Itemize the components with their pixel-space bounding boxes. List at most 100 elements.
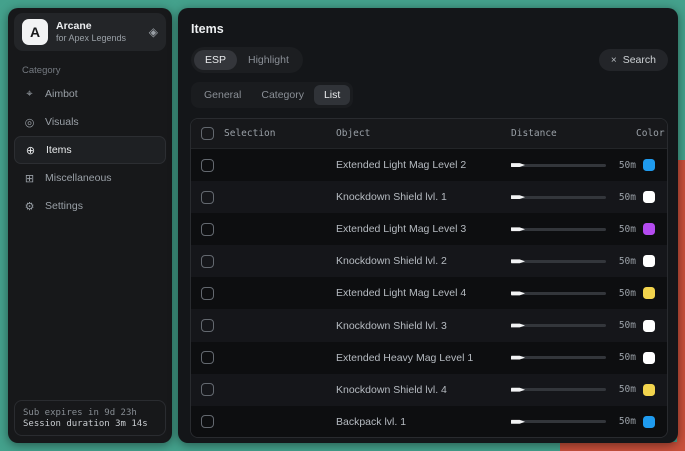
row-distance-cell: 50m: [511, 160, 636, 171]
sub-expiry-text: Sub expires in 9d 23h: [23, 408, 157, 418]
row-selection-cell: [191, 255, 336, 268]
table-row: Backpack lvl. 1 50m: [191, 406, 667, 438]
row-distance-value: 50m: [619, 288, 636, 299]
sidebar-item-settings[interactable]: ⚙ Settings: [14, 192, 166, 220]
color-swatch[interactable]: [643, 352, 655, 364]
distance-slider[interactable]: [511, 228, 606, 231]
row-color-cell: [636, 352, 667, 364]
row-checkbox[interactable]: [201, 255, 214, 268]
row-checkbox[interactable]: [201, 319, 214, 332]
row-checkbox[interactable]: [201, 383, 214, 396]
row-checkbox[interactable]: [201, 159, 214, 172]
distance-slider[interactable]: [511, 164, 606, 167]
table-row: Extended Light Mag Level 2 50m: [191, 149, 667, 181]
distance-slider[interactable]: [511, 324, 606, 327]
sidebar-item-label: Visuals: [45, 116, 79, 128]
distance-slider-thumb[interactable]: [511, 194, 525, 200]
diamond-badge-icon[interactable]: ◈: [149, 25, 158, 39]
items-table: Selection Object Distance Color Extended…: [190, 118, 668, 438]
distance-slider-thumb[interactable]: [511, 258, 525, 264]
row-object: Knockdown Shield lvl. 3: [336, 320, 511, 332]
row-distance-value: 50m: [619, 384, 636, 395]
session-duration-text: Session duration 3m 14s: [23, 419, 157, 429]
row-object: Knockdown Shield lvl. 2: [336, 255, 511, 267]
row-distance-cell: 50m: [511, 288, 636, 299]
color-swatch[interactable]: [643, 384, 655, 396]
session-info-box: Sub expires in 9d 23h Session duration 3…: [14, 400, 166, 436]
row-distance-cell: 50m: [511, 352, 636, 363]
sidebar-item-items[interactable]: ⊕ Items: [14, 136, 166, 164]
main-panel: Items ESP Highlight × Search General Cat…: [178, 8, 678, 443]
color-swatch[interactable]: [643, 320, 655, 332]
distance-slider[interactable]: [511, 420, 606, 423]
table-header-row: Selection Object Distance Color: [191, 119, 667, 149]
mode-row: ESP Highlight × Search: [191, 47, 668, 73]
tab-category[interactable]: Category: [251, 85, 314, 105]
distance-slider[interactable]: [511, 260, 606, 263]
tab-highlight[interactable]: Highlight: [237, 50, 300, 70]
background-accent-right: [677, 160, 685, 451]
table-row: Extended Light Mag Level 3 50m: [191, 213, 667, 245]
row-checkbox[interactable]: [201, 287, 214, 300]
row-object: Extended Heavy Mag Level 1: [336, 352, 511, 364]
header-color-label: Color: [636, 128, 668, 139]
color-swatch[interactable]: [643, 416, 655, 428]
category-section-label: Category: [22, 65, 61, 76]
distance-slider[interactable]: [511, 196, 606, 199]
sidebar-item-visuals[interactable]: ◎ Visuals: [14, 108, 166, 136]
distance-slider-thumb[interactable]: [511, 355, 525, 361]
distance-slider-thumb[interactable]: [511, 290, 525, 296]
visuals-scan-icon: ◎: [23, 116, 36, 129]
close-icon: ×: [611, 55, 617, 66]
row-selection-cell: [191, 287, 336, 300]
row-selection-cell: [191, 415, 336, 428]
row-distance-cell: 50m: [511, 192, 636, 203]
table-row: Knockdown Shield lvl. 3 50m: [191, 309, 667, 341]
row-color-cell: [636, 416, 667, 428]
row-selection-cell: [191, 223, 336, 236]
color-swatch[interactable]: [643, 287, 655, 299]
distance-slider-thumb[interactable]: [511, 323, 525, 329]
row-checkbox[interactable]: [201, 415, 214, 428]
app-subtitle: for Apex Legends: [56, 33, 141, 44]
row-checkbox[interactable]: [201, 223, 214, 236]
background-accent-bottom: [560, 442, 685, 451]
search-button[interactable]: × Search: [599, 49, 668, 71]
row-selection-cell: [191, 383, 336, 396]
distance-slider[interactable]: [511, 388, 606, 391]
row-object: Knockdown Shield lvl. 4: [336, 384, 511, 396]
view-row: General Category List: [191, 82, 353, 108]
app-meta: Arcane for Apex Legends: [56, 20, 141, 44]
row-distance-value: 50m: [619, 352, 636, 363]
gear-icon: ⚙: [23, 200, 36, 213]
color-swatch[interactable]: [643, 159, 655, 171]
select-all-checkbox[interactable]: [201, 127, 214, 140]
crosshair-icon: ⌖: [23, 87, 36, 101]
color-swatch[interactable]: [643, 255, 655, 267]
header-selection-cell: Selection: [191, 127, 336, 140]
sidebar-item-miscellaneous[interactable]: ⊞ Miscellaneous: [14, 164, 166, 192]
tab-general[interactable]: General: [194, 85, 251, 105]
tab-list[interactable]: List: [314, 85, 350, 105]
row-checkbox[interactable]: [201, 351, 214, 364]
row-color-cell: [636, 223, 667, 235]
row-object: Extended Light Mag Level 4: [336, 287, 511, 299]
sidebar-item-aimbot[interactable]: ⌖ Aimbot: [14, 80, 166, 108]
distance-slider[interactable]: [511, 356, 606, 359]
row-selection-cell: [191, 351, 336, 364]
row-distance-value: 50m: [619, 256, 636, 267]
table-body: Extended Light Mag Level 2 50m Knockdown…: [191, 149, 667, 438]
color-swatch[interactable]: [643, 223, 655, 235]
distance-slider[interactable]: [511, 292, 606, 295]
row-color-cell: [636, 287, 667, 299]
row-color-cell: [636, 255, 667, 267]
row-checkbox[interactable]: [201, 191, 214, 204]
color-swatch[interactable]: [643, 191, 655, 203]
distance-slider-thumb[interactable]: [511, 419, 525, 425]
distance-slider-thumb[interactable]: [511, 162, 525, 168]
distance-slider-thumb[interactable]: [511, 387, 525, 393]
view-tabs: General Category List: [191, 82, 353, 108]
distance-slider-thumb[interactable]: [511, 226, 525, 232]
row-object: Extended Light Mag Level 2: [336, 159, 511, 171]
tab-esp[interactable]: ESP: [194, 50, 237, 70]
